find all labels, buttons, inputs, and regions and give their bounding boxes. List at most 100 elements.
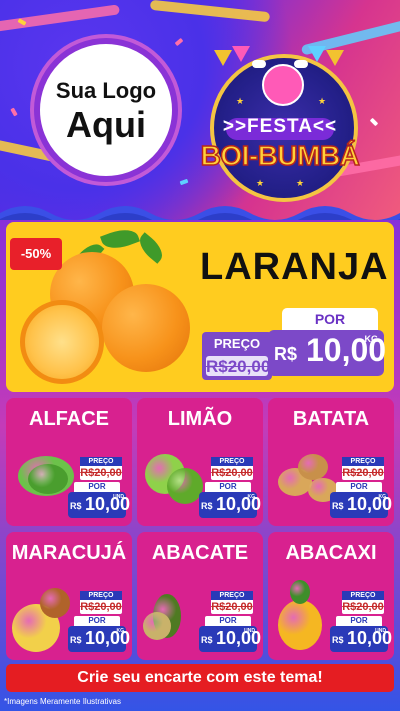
product-image [40, 588, 70, 618]
product-image [298, 454, 328, 480]
badge-boibumba-text: BOI-BUMBÁ [200, 139, 361, 172]
por-label-tab: POR [205, 616, 251, 626]
product-card: BATATA PREÇO R$20,00 POR R$ 10,00 KG [268, 398, 394, 526]
por-label-tab: POR [336, 482, 382, 492]
new-price-field: R$ 10,00 UND [68, 492, 130, 518]
header-banner: Sua Logo Aqui ★ ★ ★ ★ >>FESTA<< BOI-BUMB… [0, 0, 400, 220]
cta-banner[interactable]: Crie seu encarte com este tema! [6, 664, 394, 692]
old-price-box: PREÇO R$20,00 [342, 457, 384, 480]
preco-label: PREÇO [211, 591, 253, 600]
star-icon: ★ [256, 178, 265, 188]
new-price-box: POR R$ 10,00 KG [68, 616, 130, 652]
old-price-box: PREÇO R$20,00 [202, 332, 272, 380]
product-name: ABACATE [151, 542, 249, 564]
product-name: BATATA [292, 408, 370, 430]
product-name: MARACUJÁ [11, 542, 127, 564]
product-card: ALFACE PREÇO R$20,00 POR R$ 10,00 UND [6, 398, 132, 526]
flag-decor [326, 50, 344, 66]
por-label-tab: POR [282, 308, 378, 330]
preco-label: PREÇO [342, 591, 384, 600]
product-card: LIMÃO PREÇO R$20,00 POR R$ 10,00 KG [137, 398, 263, 526]
flag-decor [308, 46, 326, 62]
currency-symbol: R$ [332, 635, 344, 645]
star-icon: ★ [296, 178, 305, 188]
star-icon: ★ [236, 96, 245, 106]
price-unit: UND [375, 628, 386, 634]
por-label-tab: POR [74, 482, 120, 492]
old-price-value: R$20,00 [80, 601, 122, 613]
old-price-box: PREÇO R$20,00 [211, 591, 253, 614]
confetti [369, 117, 379, 127]
old-price-value: R$20,00 [342, 467, 384, 479]
por-label: POR [88, 482, 106, 491]
leaf-decor [134, 232, 168, 264]
product-name: LIMÃO [167, 408, 233, 430]
new-price-box: POR R$ 10,00 UND [330, 616, 392, 652]
price-unit: KG [247, 494, 256, 500]
flag-decor [214, 50, 232, 66]
discount-tag: -50% [10, 238, 62, 270]
preco-label: PREÇO [342, 457, 384, 466]
old-price-value: R$20,00 [211, 601, 253, 613]
product-image [290, 580, 310, 604]
old-price-box: PREÇO R$20,00 [80, 591, 122, 614]
por-label-tab: POR [336, 616, 382, 626]
new-price-field: R$ 10,00 KG [330, 492, 392, 518]
orange-image [102, 284, 190, 372]
new-price-box: POR R$ 10,00 KG [330, 482, 392, 518]
product-card: ABACAXI PREÇO R$20,00 POR R$ 10,00 UND [268, 532, 394, 660]
price-unit: KG [116, 628, 125, 634]
por-label: POR [219, 616, 237, 625]
por-label: POR [219, 482, 237, 491]
por-label: POR [350, 482, 368, 491]
old-price-value: R$20,00 [342, 601, 384, 613]
currency-symbol: R$ [70, 501, 82, 511]
new-price-box: POR R$ 10,00 UND [199, 616, 261, 652]
new-price-field: R$ 10,00 KG [268, 330, 386, 376]
decor-ribbon [149, 0, 271, 23]
por-label: POR [314, 311, 346, 327]
currency-symbol: R$ [201, 501, 213, 511]
product-name: ABACAXI [285, 542, 377, 564]
confetti [174, 37, 184, 47]
currency-symbol: R$ [274, 344, 298, 364]
preco-label: PREÇO [80, 457, 122, 466]
price-unit: KG [364, 334, 379, 344]
logo-line1: Sua Logo [55, 78, 157, 103]
leaf-decor [100, 224, 140, 254]
product-image [28, 464, 68, 494]
old-price-value: R$20,00 [206, 357, 271, 376]
old-price-value: R$20,00 [211, 467, 253, 479]
new-price-box: POR R$ 10,00 KG [268, 308, 386, 384]
new-price-field: R$ 10,00 UND [199, 626, 261, 652]
por-label-tab: POR [74, 616, 120, 626]
flyer: Sua Logo Aqui ★ ★ ★ ★ >>FESTA<< BOI-BUMB… [0, 0, 400, 711]
price-unit: UND [113, 494, 124, 500]
old-price-box: PREÇO R$20,00 [80, 457, 122, 480]
por-label: POR [88, 616, 106, 625]
discount-text: -50% [20, 246, 52, 261]
por-label: POR [350, 616, 368, 625]
logo-placeholder: Sua Logo Aqui [34, 38, 178, 182]
featured-product-card: -50% LARANJA PREÇO R$20,00 POR R$ 10,00 … [6, 222, 394, 392]
old-price-value: R$20,00 [80, 467, 122, 479]
bull-head-icon [262, 64, 304, 106]
product-card: MARACUJÁ PREÇO R$20,00 POR R$ 10,00 KG [6, 532, 132, 660]
por-label-tab: POR [205, 482, 251, 492]
new-price-box: POR R$ 10,00 KG [199, 482, 261, 518]
old-price-field: R$20,00 [206, 356, 271, 376]
badge-festa-text: >>FESTA<< [222, 116, 338, 137]
featured-product-name: LARANJA [200, 246, 389, 288]
preco-label: PREÇO [211, 457, 253, 466]
product-name: ALFACE [29, 408, 109, 430]
new-price-field: R$ 10,00 KG [199, 492, 261, 518]
currency-symbol: R$ [201, 635, 213, 645]
product-image [143, 612, 171, 640]
new-price-field: R$ 10,00 KG [68, 626, 130, 652]
bull-horn-icon [252, 60, 266, 68]
cta-text: Crie seu encarte com este tema! [77, 669, 323, 686]
currency-symbol: R$ [332, 501, 344, 511]
new-price-box: POR R$ 10,00 UND [68, 482, 130, 518]
product-card: ABACATE PREÇO R$20,00 POR R$ 10,00 UND [137, 532, 263, 660]
header-wave [0, 206, 400, 220]
